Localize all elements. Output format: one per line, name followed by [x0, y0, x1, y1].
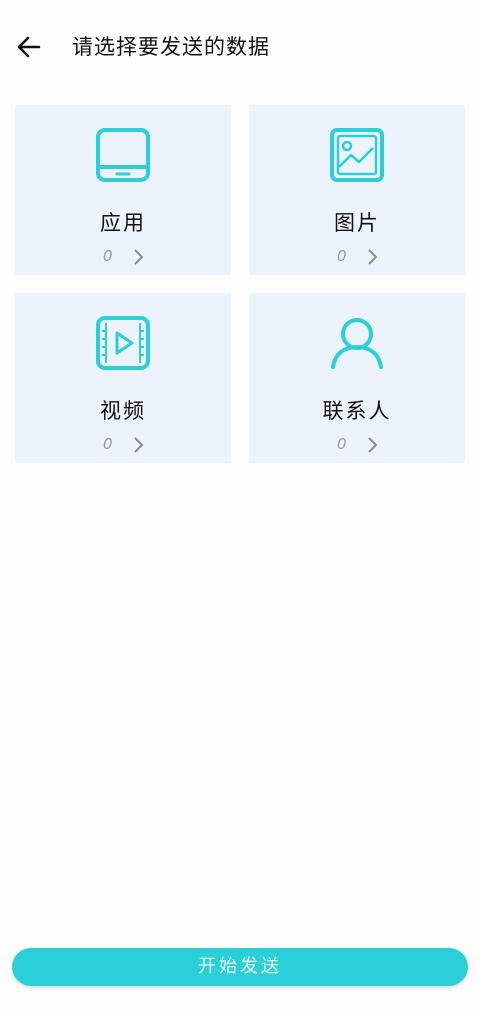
tablet-icon: [96, 128, 150, 182]
person-icon: [331, 318, 383, 369]
arrow-left-icon: [17, 36, 41, 58]
page-title: 请选择要发送的数据: [72, 35, 270, 59]
category-count: 0: [103, 435, 113, 453]
category-label: 联系人: [322, 399, 392, 423]
category-card-contacts[interactable]: 联系人 0: [249, 293, 465, 463]
app-header: 请选择要发送的数据: [0, 0, 480, 90]
chevron-right-icon: [134, 249, 144, 265]
category-card-videos[interactable]: 视频 0: [15, 293, 231, 463]
category-count: 0: [337, 247, 347, 265]
start-send-button[interactable]: 开始发送: [12, 948, 468, 986]
back-button[interactable]: [14, 32, 44, 62]
category-count: 0: [103, 247, 113, 265]
chevron-right-icon: [134, 437, 144, 453]
video-icon: [96, 316, 150, 370]
chevron-right-icon: [368, 249, 378, 265]
category-card-apps[interactable]: 应用 0: [15, 105, 231, 275]
image-icon: [330, 128, 384, 182]
category-label: 图片: [334, 211, 380, 235]
category-count: 0: [337, 435, 347, 453]
category-label: 视频: [100, 399, 146, 423]
category-card-images[interactable]: 图片 0: [249, 105, 465, 275]
chevron-right-icon: [368, 437, 378, 453]
category-label: 应用: [100, 211, 146, 235]
